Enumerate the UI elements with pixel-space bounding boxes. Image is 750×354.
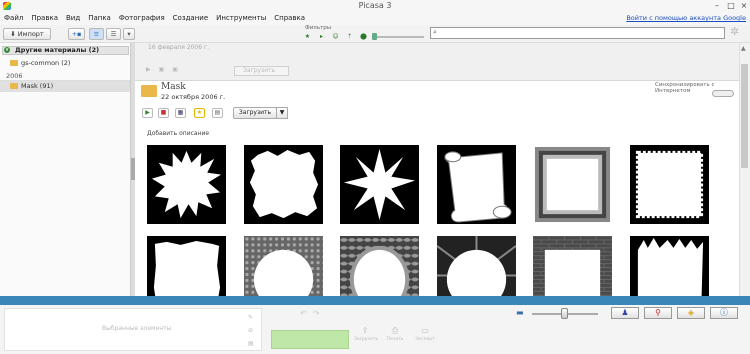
tree-view-icon[interactable]: ☰	[106, 28, 121, 40]
rotate-icons[interactable]: ↶↷	[300, 309, 325, 318]
sidebar-group-other[interactable]: Другие материалы (2)	[2, 46, 129, 55]
menu-folder[interactable]: Папка	[88, 14, 111, 22]
import-button[interactable]: ⬇ Импорт	[3, 28, 51, 40]
search-icon: ⌕	[433, 28, 437, 36]
upload-icon: ⇪	[361, 326, 369, 335]
sidebar-item-gs-common[interactable]: gs-common (2)	[10, 59, 70, 67]
previous-album-actions: ▶▣▣	[146, 66, 186, 73]
album-date: 22 октября 2006 г.	[161, 93, 226, 101]
info-icon[interactable]: ⓘ	[710, 307, 738, 319]
menu-view[interactable]: Вид	[66, 14, 80, 22]
filters-label: Фильтры	[305, 25, 332, 31]
previous-album-section	[135, 43, 739, 81]
menu-picture[interactable]: Фотография	[119, 14, 165, 22]
face-filter-icon[interactable]: ☺	[331, 33, 340, 41]
sync-label: Синхронизировать с Интернетом	[655, 82, 715, 94]
search-input[interactable]	[444, 28, 722, 38]
upload-filter-icon[interactable]: ⇡	[345, 33, 354, 41]
folder-icon	[10, 60, 18, 66]
sync-toggle[interactable]	[712, 90, 734, 97]
chevron-down-icon[interactable]: ▼	[276, 107, 288, 119]
thumbnail-scroll[interactable]	[437, 145, 516, 224]
places-icon[interactable]: ⚲	[644, 307, 672, 319]
album-folder-icon	[141, 85, 157, 97]
gear-icon[interactable]: ✲	[730, 25, 739, 38]
upload-action-button[interactable]: ⇪ Загрузить	[354, 326, 378, 344]
star-filter-icon[interactable]: ★	[303, 33, 312, 41]
album-upload-button[interactable]: Загрузить	[233, 107, 277, 119]
scrollbar-thumb[interactable]	[741, 64, 748, 168]
menu-tools[interactable]: Инструменты	[216, 14, 266, 22]
thumbnail-size-knob[interactable]	[561, 308, 568, 319]
menu-create[interactable]: Создание	[173, 14, 208, 22]
thumbnail-size-icon: ▬	[516, 308, 524, 317]
menu-help[interactable]: Справка	[274, 14, 305, 22]
sidebar-year: 2006	[6, 72, 23, 80]
export-folder-icon: ▭	[421, 326, 429, 335]
previous-upload-button[interactable]: Загрузить	[234, 66, 289, 76]
album-title[interactable]: Mask	[161, 82, 186, 92]
close-icon[interactable]: ×	[739, 1, 749, 10]
print-icon: ⎙	[391, 326, 399, 335]
share-button[interactable]	[271, 330, 349, 349]
accent-band	[0, 296, 750, 305]
view-dropdown-icon[interactable]: ▾	[123, 28, 135, 40]
movie-icon[interactable]: ■	[158, 108, 169, 118]
window-title: Picasa 3	[358, 1, 392, 10]
section-divider	[135, 80, 739, 81]
star-icon[interactable]: ★	[194, 108, 205, 118]
thumbnail-rough[interactable]	[244, 145, 323, 224]
slideshow-icon[interactable]: ▶	[142, 108, 153, 118]
folder-icon	[10, 83, 18, 89]
scroll-up-icon[interactable]: ▲	[741, 45, 746, 52]
minimize-icon[interactable]: –	[712, 1, 722, 10]
menu-file[interactable]: Файл	[4, 14, 23, 22]
print-action-button[interactable]: ⎙ Печать	[384, 326, 406, 344]
list-view-icon[interactable]: ≡	[89, 28, 104, 40]
maximize-icon[interactable]: □	[726, 1, 736, 10]
thumbnail-splash[interactable]	[147, 145, 226, 224]
video-filter-icon[interactable]: ▸	[317, 33, 326, 41]
collapse-icon[interactable]: ▾	[4, 47, 10, 53]
import-icon: ⬇	[10, 30, 18, 38]
people-icon[interactable]: ♟	[611, 307, 639, 319]
tray-hold-icons[interactable]: ✎ ⊘ ▤	[248, 311, 254, 350]
thumbnail-starburst[interactable]	[340, 145, 419, 224]
date-filter-knob[interactable]	[372, 33, 377, 40]
menu-edit[interactable]: Правка	[31, 14, 58, 22]
tray-label: Выбранные элементы	[102, 325, 172, 332]
google-login-link[interactable]: Войти с помощью аккаунта Google	[626, 14, 746, 22]
tags-icon[interactable]: ◈	[677, 307, 705, 319]
export-icon[interactable]: ▤	[212, 108, 223, 118]
sidebar-item-mask[interactable]: Mask (91)	[10, 82, 53, 90]
date-filter-slider[interactable]	[372, 36, 424, 38]
thumbnail-frame[interactable]	[533, 145, 612, 224]
add-description[interactable]: Добавить описание	[147, 130, 209, 137]
export-action-button[interactable]: ▭ Экспорт	[414, 326, 436, 344]
add-to-album-button[interactable]: +▪	[68, 28, 85, 40]
thumbnail-stamp[interactable]	[630, 145, 709, 224]
previous-album-date: 16 февраля 2006 г.	[148, 44, 209, 51]
geotag-filter-icon[interactable]: ⬤	[359, 33, 368, 41]
collage-icon[interactable]: ▦	[175, 108, 186, 118]
